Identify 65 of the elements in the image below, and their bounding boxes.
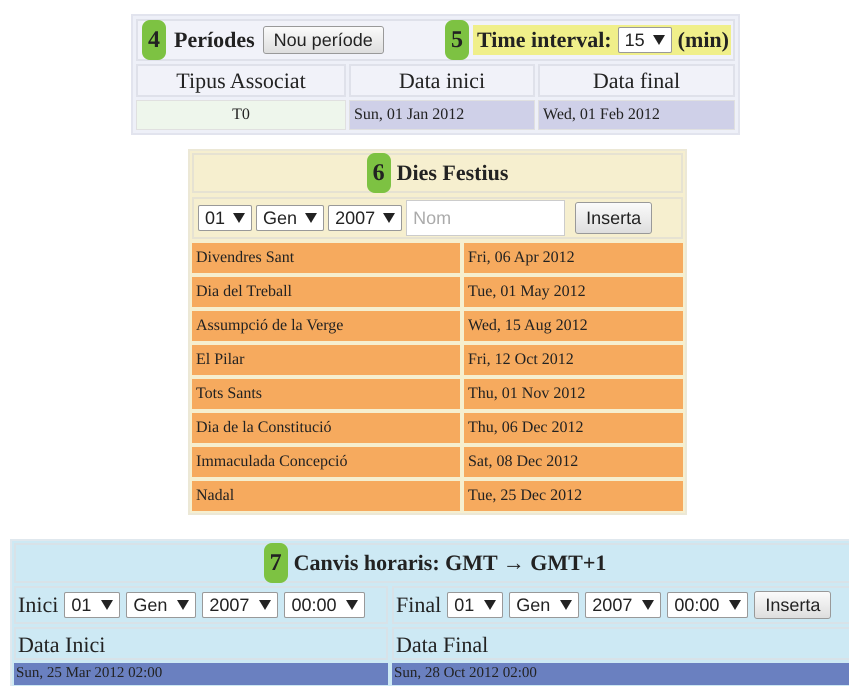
caret-icon — [259, 600, 272, 610]
table-cell: Sun, 25 Mar 2012 02:00 — [14, 663, 388, 685]
day-select[interactable]: 01 — [447, 592, 504, 618]
caret-icon — [729, 600, 742, 610]
section-title: Períodes — [174, 27, 255, 53]
holiday-date: Sat, 08 Dec 2012 — [464, 447, 683, 477]
caret-icon — [383, 213, 396, 223]
year-select[interactable]: 2007 — [585, 592, 662, 618]
table-cell: T0 — [136, 100, 346, 130]
table-cell: Sun, 28 Oct 2012 02:00 — [392, 663, 849, 685]
caret-icon — [233, 213, 246, 223]
holiday-name: Assumpció de la Verge — [192, 311, 460, 341]
insert-button[interactable]: Inserta — [575, 202, 652, 234]
caret-icon — [346, 600, 358, 610]
caret-icon — [101, 600, 114, 610]
holiday-name: El Pilar — [192, 345, 460, 375]
table-cell: Sun, 01 Jan 2012 — [349, 100, 535, 130]
end-label: Final — [396, 592, 442, 618]
month-select[interactable]: Gen — [126, 592, 196, 618]
time-select[interactable]: 00:00 — [284, 592, 366, 618]
column-header: Data Final — [392, 627, 849, 660]
month-select[interactable]: Gen — [509, 592, 580, 618]
step-badge: 6 — [366, 153, 391, 193]
start-label: Inici — [18, 592, 58, 618]
table-cell: Wed, 01 Feb 2012 — [538, 100, 735, 130]
caret-icon — [560, 600, 572, 610]
year-select[interactable]: 2007 — [202, 592, 278, 618]
caret-icon — [177, 600, 190, 610]
holiday-date: Thu, 01 Nov 2012 — [464, 379, 683, 409]
month-select[interactable]: Gen — [256, 205, 324, 231]
step-badge: 5 — [445, 20, 470, 60]
column-header: Data final — [538, 64, 735, 97]
year-select[interactable]: 2007 — [328, 205, 402, 231]
holiday-date: Fri, 12 Oct 2012 — [464, 345, 683, 375]
holiday-name: Nadal — [192, 481, 460, 511]
new-period-button[interactable]: Nou període — [262, 26, 384, 54]
caret-icon — [652, 35, 665, 45]
time-select[interactable]: 00:00 — [667, 592, 748, 618]
step-badge: 4 — [142, 20, 166, 60]
interval-label: Time interval: — [477, 27, 612, 53]
holiday-name: Divendres Sant — [192, 243, 460, 273]
holiday-date: Thu, 06 Dec 2012 — [464, 413, 683, 443]
holiday-date: Tue, 25 Dec 2012 — [464, 481, 683, 511]
holiday-date: Tue, 01 May 2012 — [464, 277, 683, 307]
column-header: Tipus Associat — [136, 64, 346, 97]
holiday-date: Fri, 06 Apr 2012 — [464, 243, 683, 273]
unit-label: (min) — [678, 27, 729, 53]
caret-icon — [305, 213, 318, 223]
holiday-date: Wed, 15 Aug 2012 — [464, 311, 683, 341]
interval-select[interactable]: 15 — [618, 27, 672, 53]
column-header: Data Inici — [14, 627, 388, 660]
column-header: Data inici — [349, 64, 535, 97]
holiday-name: Tots Sants — [192, 379, 460, 409]
caret-icon — [642, 600, 654, 610]
insert-button[interactable]: Inserta — [754, 591, 832, 619]
day-select[interactable]: 01 — [64, 592, 120, 618]
day-select[interactable]: 01 — [198, 205, 252, 231]
holiday-name: Immaculada Concepció — [192, 447, 460, 477]
holiday-name: Dia de la Constitució — [192, 413, 460, 443]
name-field[interactable]: Nom — [406, 200, 566, 236]
section-title: Dies Festius — [396, 160, 508, 186]
holiday-name: Dia del Treball — [192, 277, 460, 307]
caret-icon — [484, 600, 496, 610]
step-badge: 7 — [264, 543, 288, 583]
section-title: Canvis horaris: GMT → GMT+1 — [294, 550, 606, 576]
